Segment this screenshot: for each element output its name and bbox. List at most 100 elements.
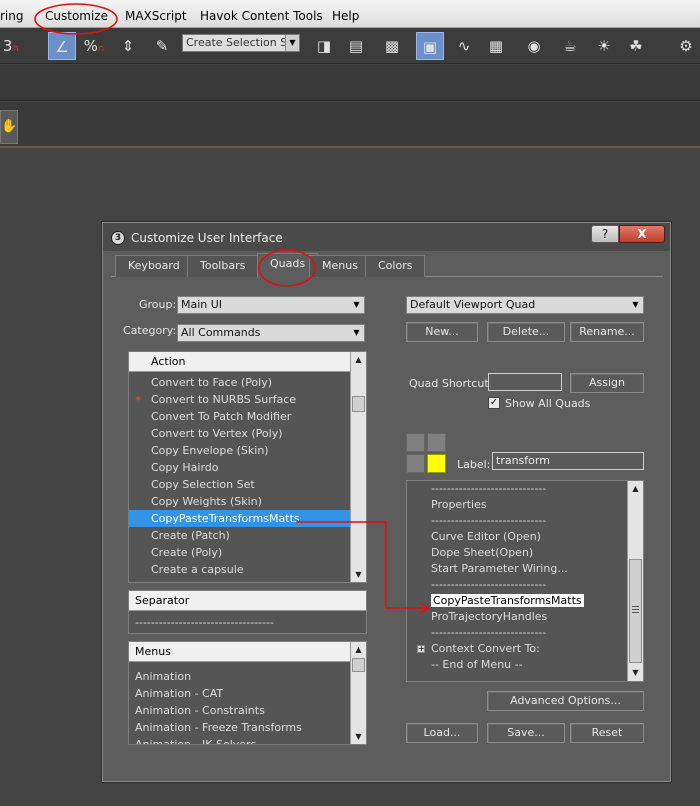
quad-cell-bottom-left[interactable]	[406, 454, 425, 473]
assign-button[interactable]: Assign	[570, 373, 644, 393]
percent-snap-button[interactable]: %∩	[80, 32, 108, 60]
quad-item[interactable]: Properties	[407, 497, 627, 513]
reset-button[interactable]: Reset	[570, 723, 644, 743]
advanced-options-button[interactable]: Advanced Options...	[487, 691, 644, 711]
quad-item[interactable]: -- End of Menu --	[407, 657, 627, 673]
menu-item-havok-content-tools[interactable]: Havok Content Tools	[200, 9, 323, 23]
toggle-ribbon-button[interactable]: ▣	[416, 32, 444, 60]
quad-items-scrollbar[interactable]: ▲ ▼	[627, 481, 643, 681]
expand-plus-icon[interactable]: +	[417, 645, 425, 653]
tab-menus[interactable]: Menus	[309, 255, 371, 277]
action-list-item[interactable]: ✶ Convert to NURBS Surface	[129, 391, 350, 408]
menus-list-scrollbar[interactable]: ▲ ▼	[350, 642, 366, 744]
render-setup-button[interactable]: ☕	[556, 32, 584, 60]
menu-item-rendering[interactable]: ring	[0, 9, 24, 23]
quad-item[interactable]: Start Parameter Wiring...	[407, 561, 627, 577]
tab-keyboard[interactable]: Keyboard	[115, 255, 193, 277]
action-list-item[interactable]: Create (Poly)	[129, 544, 350, 561]
schematic-view-button[interactable]: ▦	[482, 32, 510, 60]
show-all-quads-checkbox[interactable]: ✓	[488, 397, 500, 409]
separator-item[interactable]: -----------------------------------	[135, 616, 274, 629]
separator-list-header[interactable]: Separator	[129, 591, 366, 611]
scroll-thumb[interactable]	[629, 559, 642, 663]
quad-item[interactable]: ProTrajectoryHandles	[407, 609, 627, 625]
action-list-item[interactable]: Convert To Patch Modifier	[129, 408, 350, 425]
quad-item[interactable]: -----------------------------	[407, 513, 627, 529]
quad-shortcut-input[interactable]	[488, 373, 562, 391]
rendered-frame-window-button[interactable]: ☀	[590, 32, 618, 60]
menu-item-customize[interactable]: Customize	[45, 9, 108, 23]
quad-item[interactable]: -----------------------------	[407, 577, 627, 593]
align-button[interactable]: ▤	[342, 32, 370, 60]
close-button[interactable]: X	[619, 225, 665, 243]
action-list-item[interactable]: Copy Hairdo	[129, 459, 350, 476]
action-list-item[interactable]: Copy Envelope (Skin)	[129, 442, 350, 459]
action-list[interactable]: Action Convert to Face (Poly) ✶ Convert to…	[128, 351, 367, 583]
spinner-snap-button[interactable]: ⇕	[114, 32, 142, 60]
action-list-item[interactable]: Create (Patch)	[129, 527, 350, 544]
group-select[interactable]: Main UI ▼	[177, 296, 365, 314]
quad-items-list[interactable]: ----------------------------- Properties -…	[406, 480, 644, 682]
action-list-item[interactable]: Create a capsule	[129, 561, 350, 578]
action-list-item[interactable]: CopyPasteTransformsMatts	[129, 510, 350, 527]
menus-list-item[interactable]: Animation - IK Solvers	[129, 736, 350, 744]
save-button[interactable]: Save...	[487, 723, 565, 743]
quad-cell-top-right[interactable]	[427, 433, 446, 452]
tab-toolbars[interactable]: Toolbars	[187, 255, 259, 277]
menus-list-item[interactable]: Animation - Freeze Transforms	[129, 719, 350, 736]
action-list-item[interactable]: Convert to Face (Poly)	[129, 374, 350, 391]
action-list-item[interactable]: Convert to Vertex (Poly)	[129, 425, 350, 442]
action-list-item[interactable]: Copy Weights (Skin)	[129, 493, 350, 510]
action-list-scrollbar[interactable]: ▲ ▼	[350, 352, 366, 582]
menu-item-maxscript[interactable]: MAXScript	[125, 9, 187, 23]
quad-item[interactable]: -----------------------------	[407, 481, 627, 497]
action-list-header[interactable]: Action	[129, 352, 350, 372]
rename-quad-button[interactable]: Rename...	[570, 322, 644, 342]
quad-item[interactable]: -----------------------------	[407, 625, 627, 641]
hand-tool-button[interactable]: ✋	[0, 110, 18, 144]
curve-editor-button[interactable]: ∿	[450, 32, 478, 60]
dialog-titlebar[interactable]: 3 Customize User Interface ? X	[103, 223, 670, 251]
separator-list[interactable]: Separator ------------------------------…	[128, 590, 367, 634]
quad-menu-select[interactable]: Default Viewport Quad ▼	[406, 296, 644, 314]
selection-set-dropdown[interactable]: Create Selection Se ▼	[182, 34, 300, 52]
edit-named-selection-button[interactable]: ✎	[148, 32, 176, 60]
quad-cell-top-left[interactable]	[406, 433, 425, 452]
load-button[interactable]: Load...	[406, 723, 478, 743]
action-list-item[interactable]: Copy Selection Set	[129, 476, 350, 493]
scroll-down-icon[interactable]: ▼	[351, 729, 366, 744]
quad-label-input[interactable]: transform	[492, 452, 644, 470]
help-button[interactable]: ?	[591, 225, 619, 243]
scroll-up-icon[interactable]: ▲	[351, 642, 366, 657]
menu-item-help[interactable]: Help	[332, 9, 359, 23]
scroll-thumb[interactable]	[352, 658, 365, 672]
extra-tool-button[interactable]: ⚙	[672, 32, 700, 60]
mirror-button[interactable]: ◨	[310, 32, 338, 60]
snap-toggle-button[interactable]: 3∩	[0, 32, 22, 60]
scroll-up-icon[interactable]: ▲	[351, 352, 366, 367]
material-editor-button[interactable]: ◉	[520, 32, 548, 60]
delete-quad-button[interactable]: Delete...	[487, 322, 565, 342]
quad-cell-bottom-right[interactable]	[427, 454, 446, 473]
render-setup-icon: ☕	[563, 37, 577, 55]
layer-manager-button[interactable]: ▩	[378, 32, 406, 60]
category-select[interactable]: All Commands ▼	[177, 324, 365, 342]
menus-list-item[interactable]: Animation - CAT	[129, 685, 350, 702]
scroll-down-icon[interactable]: ▼	[628, 665, 643, 680]
scroll-down-icon[interactable]: ▼	[351, 567, 366, 582]
quad-item[interactable]: + Context Convert To:	[407, 641, 627, 657]
menus-list-header[interactable]: Menus	[129, 642, 350, 662]
scroll-thumb[interactable]	[352, 396, 365, 412]
angle-snap-button[interactable]: ∠	[48, 32, 76, 60]
menus-list-item[interactable]: Animation - Constraints	[129, 702, 350, 719]
new-quad-button[interactable]: New...	[406, 322, 478, 342]
quad-item[interactable]: Dope Sheet(Open)	[407, 545, 627, 561]
quad-item[interactable]: Curve Editor (Open)	[407, 529, 627, 545]
render-production-button[interactable]: ☘	[622, 32, 650, 60]
tool-icon: ⚙	[679, 37, 693, 55]
menus-list-item[interactable]: Animation	[129, 668, 350, 685]
quad-item[interactable]: CopyPasteTransformsMatts	[407, 593, 627, 609]
scroll-up-icon[interactable]: ▲	[628, 481, 643, 496]
menus-list[interactable]: Menus Animation Animation - CAT Animation …	[128, 641, 367, 745]
tab-colors[interactable]: Colors	[365, 255, 426, 277]
